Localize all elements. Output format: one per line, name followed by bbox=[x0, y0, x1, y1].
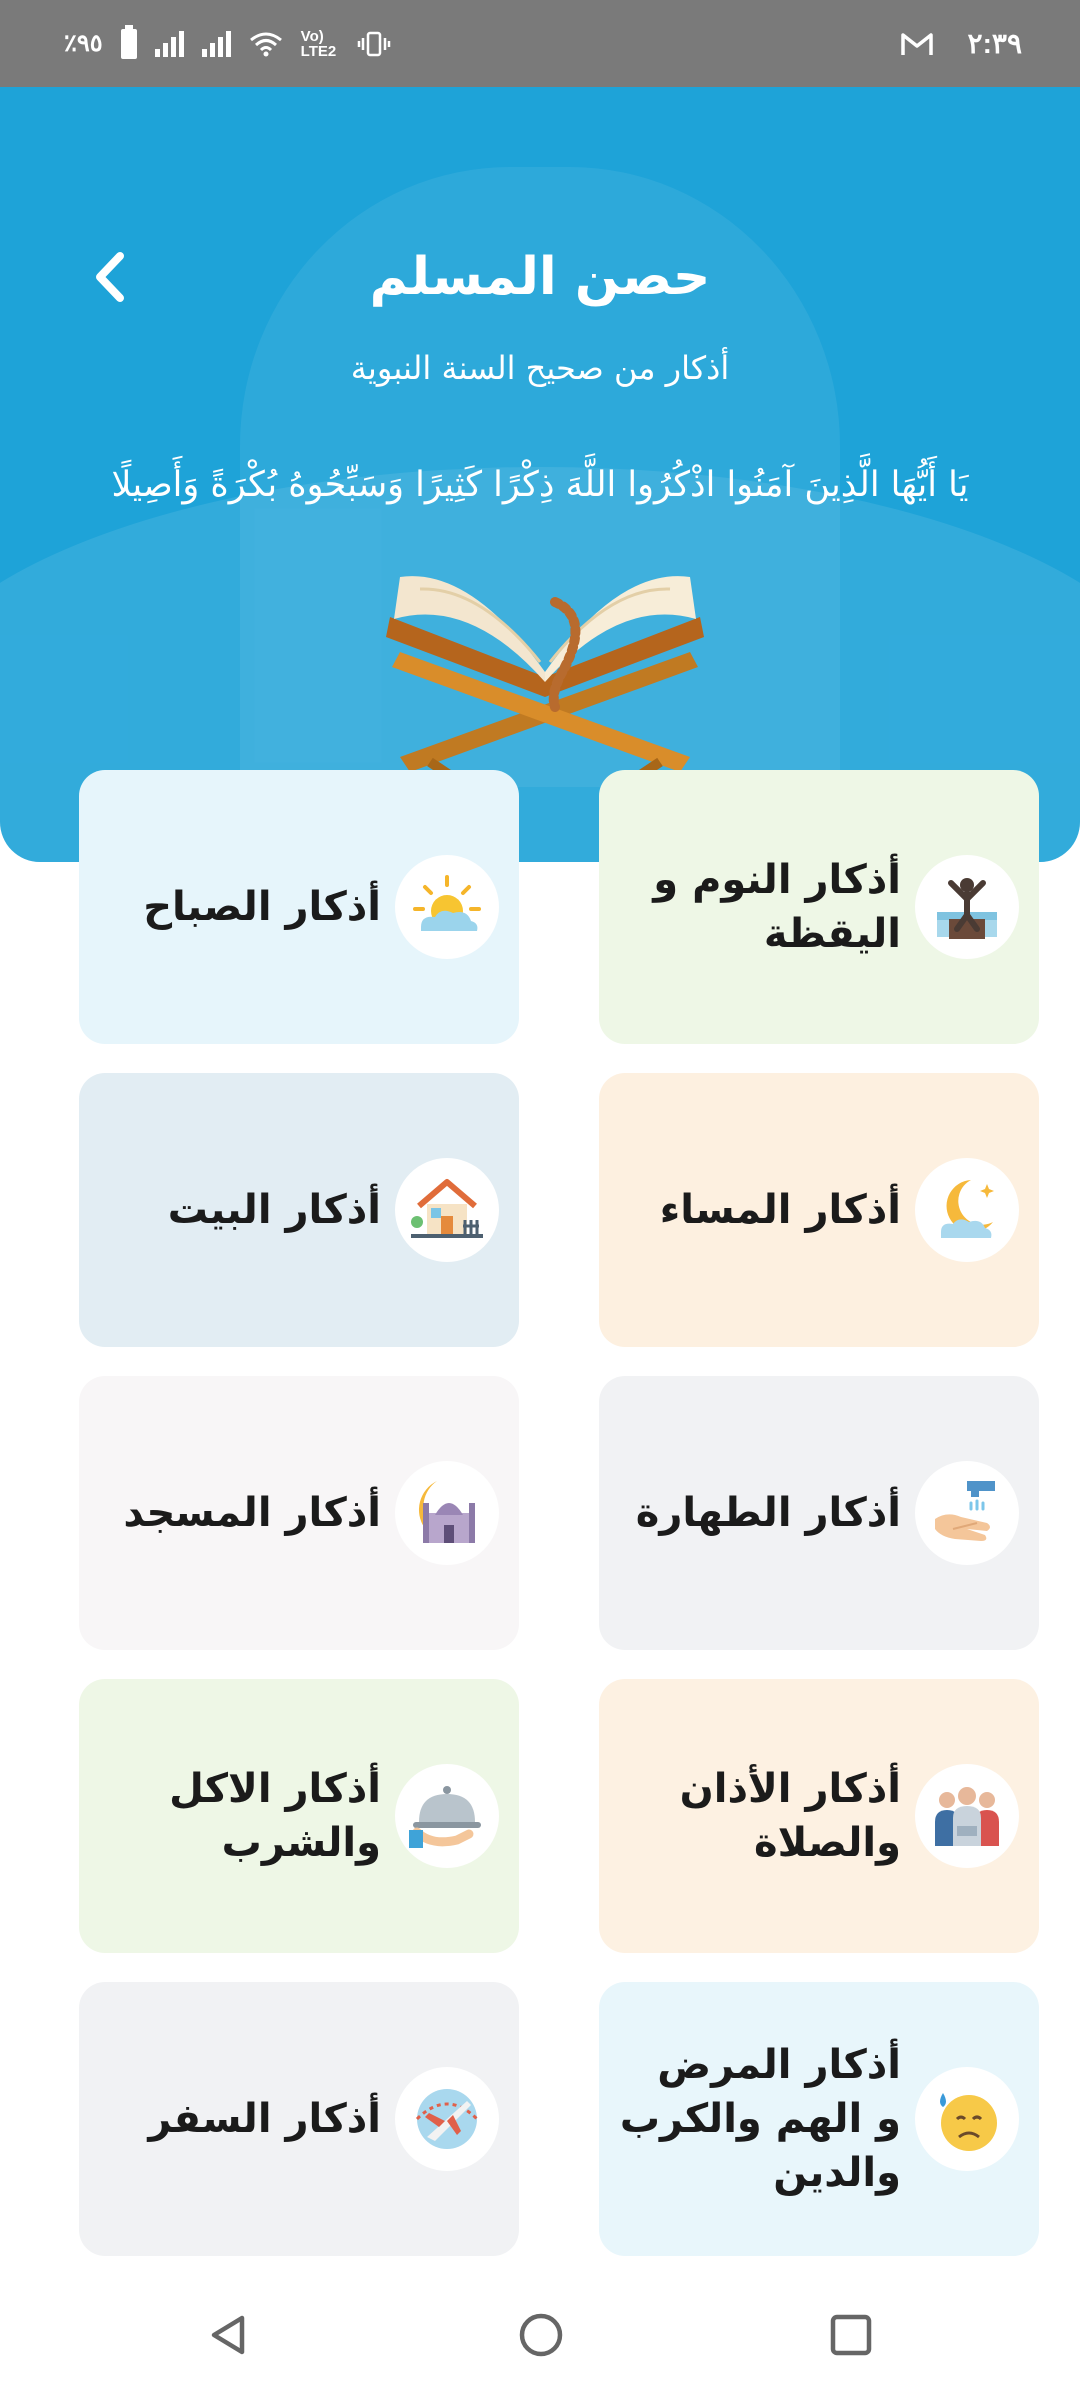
sad-face-icon bbox=[915, 2067, 1019, 2171]
quran-verse: يَا أَيُّهَا الَّذِينَ آمَنُوا اذْكُرُوا… bbox=[111, 465, 969, 505]
category-card-mosque[interactable]: أذكار المسجد bbox=[79, 1376, 519, 1650]
page-title: حصن المسلم bbox=[369, 247, 711, 307]
category-label: أذكار المسجد bbox=[123, 1490, 381, 1536]
status-right: ٢:٣٩ bbox=[900, 0, 1022, 87]
category-label: أذكار الأذان والصلاة bbox=[679, 1766, 901, 1866]
category-card-food[interactable]: أذكار الاكل والشرب bbox=[79, 1679, 519, 1953]
back-triangle-icon bbox=[211, 2315, 245, 2355]
category-label: أذكار المساء bbox=[659, 1187, 901, 1233]
signal-icon-2 bbox=[201, 30, 231, 57]
crescent-moon-icon bbox=[915, 1158, 1019, 1262]
clock: ٢:٣٩ bbox=[967, 28, 1022, 59]
battery-percent: ٪٩٥ bbox=[64, 30, 103, 57]
status-bar: ٪٩٥ Vo) LTE2 ٢:٣٩ bbox=[0, 0, 1080, 87]
home-circle-icon bbox=[519, 2313, 563, 2357]
recents-square-icon bbox=[830, 2314, 872, 2356]
category-card-evening[interactable]: أذكار المساء bbox=[599, 1073, 1039, 1347]
vibrate-icon bbox=[357, 31, 390, 56]
category-label: أذكار النوم و اليقظة bbox=[653, 857, 901, 957]
wifi-icon bbox=[249, 32, 282, 56]
header-banner: حصن المسلم أذكار من صحيح السنة النبوية ي… bbox=[0, 87, 1080, 862]
praying-people-icon bbox=[915, 1764, 1019, 1868]
status-left: ٪٩٥ Vo) LTE2 bbox=[64, 0, 391, 87]
battery-icon bbox=[120, 24, 137, 59]
category-label: أذكار السفر bbox=[148, 2096, 381, 2142]
category-label: أذكار الاكل والشرب bbox=[169, 1766, 381, 1866]
category-card-sleep[interactable]: أذكار النوم و اليقظة bbox=[599, 770, 1039, 1044]
gmail-icon bbox=[900, 32, 933, 55]
airplane-icon bbox=[395, 2067, 499, 2171]
system-nav-bar bbox=[0, 2270, 1080, 2400]
category-label: أذكار الطهارة bbox=[635, 1490, 901, 1536]
category-label: أذكار الصباح bbox=[143, 884, 381, 930]
category-card-home[interactable]: أذكار البيت bbox=[79, 1073, 519, 1347]
category-card-illness[interactable]: أذكار المرض و الهم والكرب والدين bbox=[599, 1982, 1039, 2256]
page-subtitle: أذكار من صحيح السنة النبوية bbox=[350, 349, 730, 387]
nav-home-button[interactable] bbox=[506, 2300, 576, 2370]
category-card-purity[interactable]: أذكار الطهارة bbox=[599, 1376, 1039, 1650]
category-card-travel[interactable]: أذكار السفر bbox=[79, 1982, 519, 2256]
network-type: Vo) LTE2 bbox=[300, 27, 337, 60]
category-card-morning[interactable]: أذكار الصباح bbox=[79, 770, 519, 1044]
quran-book-icon bbox=[386, 576, 704, 787]
category-label: أذكار البيت bbox=[167, 1187, 381, 1233]
signal-icon bbox=[154, 30, 184, 57]
waking-person-icon bbox=[915, 855, 1019, 959]
food-platter-icon bbox=[395, 1764, 499, 1868]
hand-washing-icon bbox=[915, 1461, 1019, 1565]
category-card-adhan[interactable]: أذكار الأذان والصلاة bbox=[599, 1679, 1039, 1953]
category-label: أذكار المرض و الهم والكرب والدين bbox=[619, 2042, 901, 2196]
house-icon bbox=[395, 1158, 499, 1262]
nav-back-button[interactable] bbox=[194, 2300, 264, 2370]
nav-recents-button[interactable] bbox=[816, 2300, 886, 2370]
mosque-icon bbox=[395, 1461, 499, 1565]
sunrise-icon bbox=[395, 855, 499, 959]
